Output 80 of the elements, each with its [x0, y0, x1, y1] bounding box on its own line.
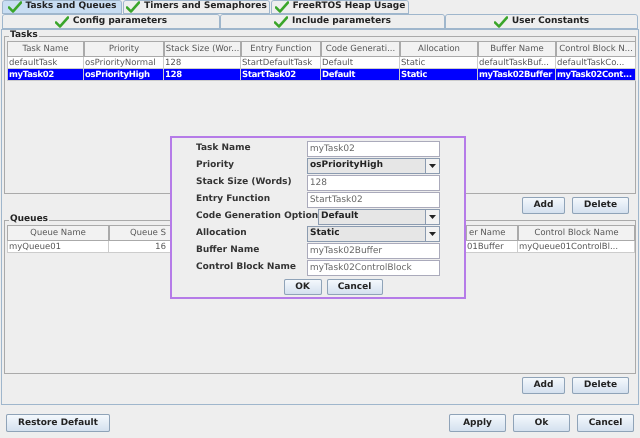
check-icon [494, 16, 508, 28]
button[interactable]: Add [522, 377, 565, 394]
table-cell[interactable]: Static [400, 69, 478, 81]
field-label: Entry Function [196, 192, 272, 206]
column-header[interactable]: Task Name [7, 41, 84, 57]
field-label: Priority [196, 158, 235, 172]
check-icon [126, 1, 140, 13]
column-header[interactable]: Stack Size (Wor... [164, 41, 241, 57]
dropdown[interactable]: Static [307, 226, 440, 242]
table-cell[interactable]: myQueue01ControlBl... [518, 241, 635, 253]
button[interactable]: Cancel [577, 414, 634, 432]
input-field[interactable]: myTask02ControlBlock [306, 260, 440, 276]
table-cell[interactable]: myTask02Cont... [556, 69, 636, 81]
input-field[interactable]: 128 [306, 174, 440, 190]
button[interactable]: Delete [572, 197, 629, 214]
column-header[interactable]: Queue S [109, 225, 171, 241]
column-header[interactable]: Entry Function [241, 41, 321, 57]
tab[interactable]: Config parameters [2, 14, 220, 29]
check-icon [274, 16, 288, 28]
button[interactable]: Apply [449, 414, 506, 432]
table-cell[interactable]: 16 [109, 241, 171, 253]
dropdown[interactable]: Default [318, 208, 440, 224]
caret-icon [429, 232, 436, 236]
caret-icon [429, 214, 436, 218]
field-label: Buffer Name [196, 244, 260, 257]
table-cell[interactable]: defaultTask [7, 57, 84, 69]
table-cell[interactable]: defaultTaskCo... [556, 57, 636, 69]
check-icon [274, 1, 289, 13]
table-cell[interactable]: StartDefaultTask [241, 57, 321, 69]
tab-label: Include parameters [292, 14, 391, 28]
table-cell[interactable]: Static [400, 57, 478, 69]
column-header[interactable]: Buffer Name [478, 41, 556, 57]
field-label: Control Block Name [196, 260, 298, 274]
column-header[interactable]: Priority [84, 41, 164, 57]
table-cell[interactable]: osPriorityNormal [84, 57, 164, 69]
field-label: Code Generation Option [196, 210, 318, 223]
tab[interactable]: FreeRTOS Heap Usage [271, 0, 409, 14]
table-cell[interactable]: defaultTaskBuf... [478, 57, 556, 69]
group-title: Queues [9, 214, 50, 225]
column-header[interactable]: er Name [466, 225, 518, 241]
tab-label: FreeRTOS Heap Usage [292, 0, 406, 14]
table-cell[interactable]: Default [321, 57, 400, 69]
button[interactable]: Add [522, 197, 565, 214]
field-label: Stack Size (Words) [196, 176, 293, 189]
table-cell[interactable]: osPriorityHigh [84, 69, 164, 81]
tab-label: Tasks and Queues [26, 0, 116, 14]
button[interactable]: Restore Default [6, 414, 110, 432]
column-header[interactable]: Control Block N... [556, 41, 636, 57]
caret-icon [429, 164, 436, 168]
table-cell[interactable]: myTask02Buffer [478, 69, 556, 81]
button[interactable]: Cancel [326, 279, 382, 295]
table-cell[interactable]: 01Buffer [466, 241, 518, 253]
column-header[interactable]: Control Block Name [518, 225, 635, 241]
input-field[interactable]: myTask02Buffer [306, 242, 440, 258]
field-label: Allocation [196, 226, 248, 240]
tab-label: Timers and Semaphores [144, 0, 267, 14]
button[interactable]: OK [284, 279, 322, 295]
field-label: Task Name [196, 142, 252, 155]
tab[interactable]: Tasks and Queues [2, 0, 122, 14]
table-cell[interactable]: 128 [164, 69, 241, 81]
table-cell[interactable]: myTask02 [7, 69, 84, 81]
column-header[interactable]: Queue Name [7, 225, 109, 241]
table-cell[interactable]: Default [321, 69, 400, 81]
button[interactable]: Ok [513, 414, 570, 432]
check-icon [8, 1, 22, 13]
tab[interactable]: Include parameters [220, 14, 445, 29]
check-icon [54, 16, 69, 28]
button[interactable]: Delete [572, 377, 629, 394]
dropdown[interactable]: osPriorityHigh [307, 158, 440, 174]
input-field[interactable]: StartTask02 [306, 192, 440, 208]
tab-label: User Constants [512, 14, 590, 28]
table-cell[interactable]: 128 [164, 57, 241, 69]
tab[interactable]: Timers and Semaphores [123, 0, 270, 14]
table-cell[interactable]: StartTask02 [241, 69, 321, 81]
table-cell[interactable]: myQueue01 [7, 241, 109, 253]
column-header[interactable]: Code Generati... [321, 41, 400, 57]
tab[interactable]: User Constants [445, 14, 638, 29]
column-header[interactable]: Allocation [400, 41, 478, 57]
tab-label: Config parameters [72, 14, 168, 28]
input-field[interactable]: myTask02 [306, 140, 440, 156]
